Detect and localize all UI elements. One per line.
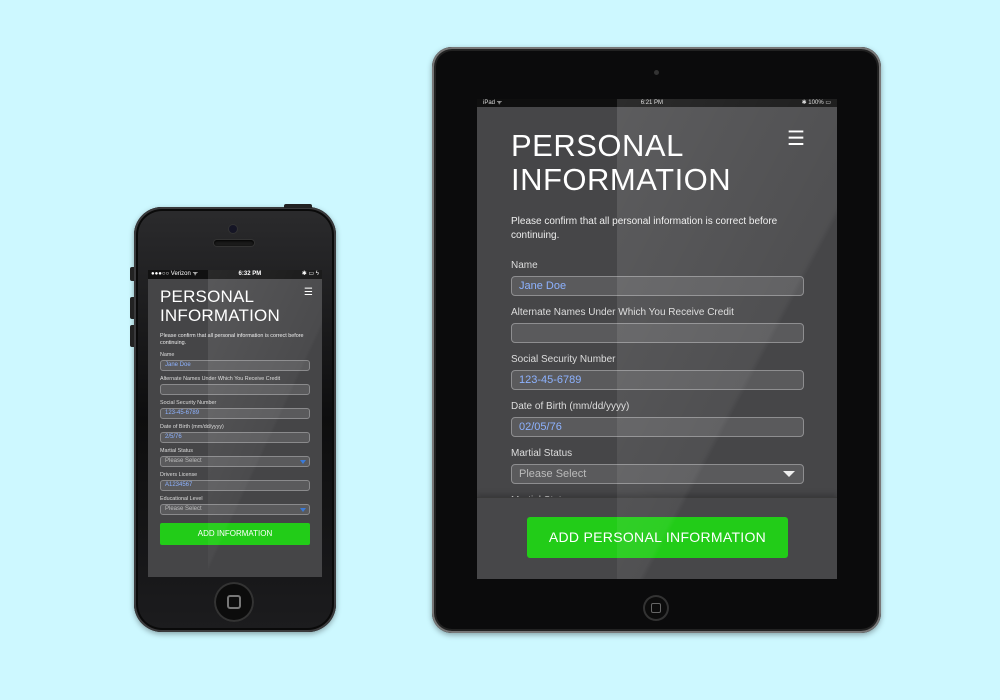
marital-status-select[interactable]: Please Select [511,464,804,484]
phone-carrier: ●●●○○ Verizon ᯤ [151,271,198,277]
name-label: Name [160,352,175,358]
phone-screen: ●●●○○ Verizon ᯤ 6:32 PM ✱ ▭ ϟ PERSONAL I… [148,270,322,577]
name-input[interactable]: Jane Doe [511,276,804,296]
tablet-form: PERSONAL INFORMATION ☰ Please confirm th… [477,107,837,531]
add-information-button[interactable]: ADD INFORMATION [160,523,310,545]
page-title-line1: PERSONAL [511,128,684,163]
chevron-down-icon [783,471,795,477]
page-title: PERSONAL INFORMATION [160,287,290,325]
page-title-line2: INFORMATION [160,306,280,325]
phone-camera-icon [229,225,237,233]
phone-volume-down [130,325,134,347]
name-input[interactable]: Jane Doe [160,360,310,371]
ssn-label: Social Security Number [160,400,217,406]
education-level-label: Educational Level [160,496,203,502]
tablet-clock: 6:21 PM [640,100,664,106]
form-description: Please confirm that all personal informa… [160,333,304,346]
phone-form: PERSONAL INFORMATION ☰ Please confirm th… [148,279,322,545]
alternate-names-input[interactable] [160,384,310,395]
marital-status-label: Martial Status [160,448,193,454]
phone-volume-up [130,297,134,319]
chevron-down-icon [300,508,306,512]
drivers-license-input[interactable]: A1234567 [160,480,310,491]
marital-status-select[interactable]: Please Select [160,456,310,467]
marital-status-value: Please Select [519,468,587,480]
ssn-label: Social Security Number [511,354,616,365]
phone-home-button[interactable] [214,582,254,622]
tablet-footer: ADD PERSONAL INFORMATION [477,497,837,579]
phone-speaker [214,240,254,246]
alternate-names-label: Alternate Names Under Which You Receive … [511,307,734,318]
page-title-line1: PERSONAL [160,287,255,306]
alternate-names-label: Alternate Names Under Which You Receive … [160,376,281,382]
add-personal-information-button[interactable]: ADD PERSONAL INFORMATION [527,517,788,558]
chevron-down-icon [300,460,306,464]
phone-power-button [284,204,312,208]
drivers-license-label: Drivers License [160,472,198,478]
education-level-select[interactable]: Please Select [160,504,310,515]
education-level-value: Please Select [165,506,202,512]
tablet-battery-icon: ✱ 100% ▭ [801,100,831,106]
name-label: Name [511,260,538,271]
marital-status-label: Martial Status [511,448,573,459]
tablet-camera-icon [654,70,659,75]
phone-clock: 6:32 PM [238,271,262,277]
alternate-names-input[interactable] [511,323,804,343]
tablet-device-name: iPad ᯤ [483,100,503,106]
marital-status-value: Please Select [165,458,202,464]
phone-battery-icon: ✱ ▭ ϟ [301,271,319,277]
dob-input[interactable]: 2/5/76 [160,432,310,443]
dob-label: Date of Birth (mm/dd/yyyy) [160,424,224,430]
tablet-screen: iPad ᯤ 6:21 PM ✱ 100% ▭ PERSONAL INFORMA… [477,99,837,579]
home-square-icon [227,595,241,609]
home-square-icon [651,603,661,613]
page-title: PERSONAL INFORMATION [511,129,741,197]
dob-input[interactable]: 02/05/76 [511,417,804,437]
phone-mute-switch [130,267,134,281]
ssn-input[interactable]: 123-45-6789 [511,370,804,390]
ssn-input[interactable]: 123-45-6789 [160,408,310,419]
tablet-status-bar: iPad ᯤ 6:21 PM ✱ 100% ▭ [477,99,837,107]
dob-label: Date of Birth (mm/dd/yyyy) [511,401,630,412]
tablet-home-button[interactable] [643,595,669,621]
phone-status-bar: ●●●○○ Verizon ᯤ 6:32 PM ✱ ▭ ϟ [148,270,322,279]
tablet-device: iPad ᯤ 6:21 PM ✱ 100% ▭ PERSONAL INFORMA… [432,47,881,633]
hamburger-menu-icon[interactable]: ☰ [787,129,805,149]
hamburger-menu-icon[interactable]: ☰ [304,288,313,298]
page-title-line2: INFORMATION [511,162,732,197]
form-description: Please confirm that all personal informa… [511,216,778,241]
phone-device: ●●●○○ Verizon ᯤ 6:32 PM ✱ ▭ ϟ PERSONAL I… [130,204,336,632]
